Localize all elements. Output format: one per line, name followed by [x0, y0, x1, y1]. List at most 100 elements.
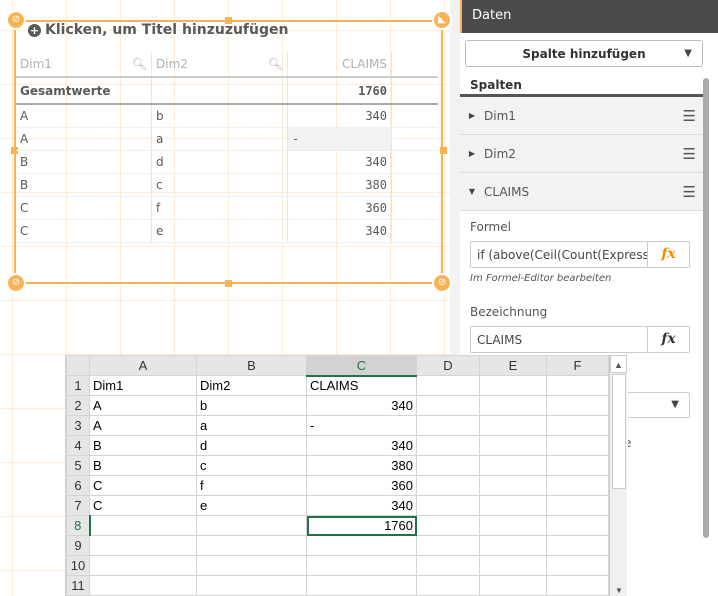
table-cell[interactable]: e	[152, 220, 288, 242]
table-cell[interactable]: B	[16, 151, 152, 173]
column-item-claims[interactable]: ▼ CLAIMS ☰	[460, 173, 706, 211]
cell-E7[interactable]	[479, 495, 547, 516]
panel-scrollbar[interactable]	[703, 78, 709, 538]
cell-B5[interactable]: c	[196, 455, 307, 476]
column-item-dim2[interactable]: ▶ Dim2 ☰	[460, 135, 706, 173]
scroll-up-icon[interactable]: ▲	[610, 355, 627, 373]
row-header[interactable]: 4	[66, 435, 90, 456]
cell-C10[interactable]	[306, 555, 417, 576]
cell-D6[interactable]	[416, 475, 480, 496]
cell-B8[interactable]	[196, 515, 307, 536]
label-field[interactable]: CLAIMS fx	[470, 326, 690, 353]
cell-D10[interactable]	[416, 555, 480, 576]
cell-A11[interactable]	[89, 575, 197, 596]
header-dim2[interactable]: Dim2 🔍︎	[152, 52, 288, 76]
cell-C8[interactable]: 1760	[306, 515, 417, 536]
cell-B6[interactable]: f	[196, 475, 307, 496]
table-cell[interactable]: b	[152, 105, 288, 127]
cell-A10[interactable]	[89, 555, 197, 576]
cell-F3[interactable]	[546, 415, 609, 436]
cell-C2[interactable]: 340	[306, 395, 417, 416]
cell-F1[interactable]	[546, 375, 609, 396]
fx-icon[interactable]: fx	[647, 242, 689, 267]
row-header[interactable]: 9	[66, 535, 90, 556]
select-all-corner[interactable]	[66, 355, 90, 376]
cell-E9[interactable]	[479, 535, 547, 556]
cell-F5[interactable]	[546, 455, 609, 476]
formula-field[interactable]: if (above(Ceil(Count(Expressi fx	[470, 241, 690, 268]
table-row[interactable]: Cf 360	[16, 197, 438, 220]
cell-A6[interactable]: C	[89, 475, 197, 496]
cell-F10[interactable]	[546, 555, 609, 576]
search-icon[interactable]: 🔍︎	[268, 57, 283, 71]
table-cell[interactable]: A	[16, 105, 152, 127]
cell-B4[interactable]: d	[196, 435, 307, 456]
table-row[interactable]: Ce 340	[16, 220, 438, 243]
cell-E4[interactable]	[479, 435, 547, 456]
cell-B10[interactable]	[196, 555, 307, 576]
cell-E1[interactable]	[479, 375, 547, 396]
cell-A1[interactable]: Dim1	[89, 375, 197, 396]
cell-D7[interactable]	[416, 495, 480, 516]
cell-E6[interactable]	[479, 475, 547, 496]
cell-D8[interactable]	[416, 515, 480, 536]
table-row[interactable]: Bc 380	[16, 174, 438, 197]
column-header-B[interactable]: B	[196, 355, 307, 376]
cell-C7[interactable]: 340	[306, 495, 417, 516]
cell-C3[interactable]: -	[306, 415, 417, 436]
row-header[interactable]: 2	[66, 395, 90, 416]
cell-A4[interactable]: B	[89, 435, 197, 456]
search-icon[interactable]: 🔍︎	[132, 57, 147, 71]
cell-E8[interactable]	[479, 515, 547, 536]
table-row[interactable]: Bd 340	[16, 151, 438, 174]
cell-A5[interactable]: B	[89, 455, 197, 476]
dropdown[interactable]: ▼	[620, 392, 690, 418]
formula-editor-link[interactable]: Im Formel-Editor bearbeiten	[470, 273, 611, 284]
scroll-down-icon[interactable]: ▼	[610, 586, 628, 596]
cell-A9[interactable]	[89, 535, 197, 556]
cell-F11[interactable]	[546, 575, 609, 596]
column-header-D[interactable]: D	[416, 355, 480, 376]
cell-B9[interactable]	[196, 535, 307, 556]
column-header-A[interactable]: A	[89, 355, 197, 376]
cell-C9[interactable]	[306, 535, 417, 556]
cell-E5[interactable]	[479, 455, 547, 476]
row-header[interactable]: 3	[66, 415, 90, 436]
table-cell[interactable]: B	[16, 174, 152, 196]
cell-B7[interactable]: e	[196, 495, 307, 516]
cell-C11[interactable]	[306, 575, 417, 596]
scroll-thumb[interactable]	[612, 374, 626, 489]
cell-A8[interactable]	[89, 515, 197, 536]
object-title[interactable]: + Klicken, um Titel hinzuzufügen	[28, 22, 288, 38]
cell-B3[interactable]: a	[196, 415, 307, 436]
resize-handle-top-left[interactable]: ⊘	[6, 10, 26, 30]
drag-handle-icon[interactable]: ☰	[683, 107, 696, 125]
cell-A7[interactable]: C	[89, 495, 197, 516]
table-cell[interactable]: -	[288, 128, 392, 150]
cell-E3[interactable]	[479, 415, 547, 436]
label-input[interactable]: CLAIMS	[471, 327, 647, 352]
table-cell[interactable]: a	[152, 128, 288, 150]
column-header-E[interactable]: E	[479, 355, 547, 376]
row-header[interactable]: 7	[66, 495, 90, 516]
table-row[interactable]: Aa-	[16, 128, 438, 151]
cell-C4[interactable]: 340	[306, 435, 417, 456]
cell-E2[interactable]	[479, 395, 547, 416]
table-cell[interactable]: 340	[288, 151, 392, 173]
drag-handle-icon[interactable]: ☰	[683, 145, 696, 163]
table-cell[interactable]: d	[152, 151, 288, 173]
row-header[interactable]: 5	[66, 455, 90, 476]
header-dim1[interactable]: Dim1 🔍︎	[16, 52, 152, 76]
table-cell[interactable]: 360	[288, 197, 392, 219]
row-header[interactable]: 8	[66, 515, 91, 536]
cell-C1[interactable]: CLAIMS	[306, 375, 417, 396]
drag-handle-icon[interactable]: ☰	[683, 183, 696, 201]
cell-D1[interactable]	[416, 375, 480, 396]
table-cell[interactable]: C	[16, 197, 152, 219]
cell-A2[interactable]: A	[89, 395, 197, 416]
row-header[interactable]: 11	[66, 575, 90, 596]
add-column-button[interactable]: Spalte hinzufügen ▼	[465, 40, 703, 67]
header-claims[interactable]: CLAIMS	[288, 52, 392, 76]
resize-handle-bottom-right[interactable]: ⊘	[432, 273, 452, 293]
column-header-F[interactable]: F	[546, 355, 609, 376]
